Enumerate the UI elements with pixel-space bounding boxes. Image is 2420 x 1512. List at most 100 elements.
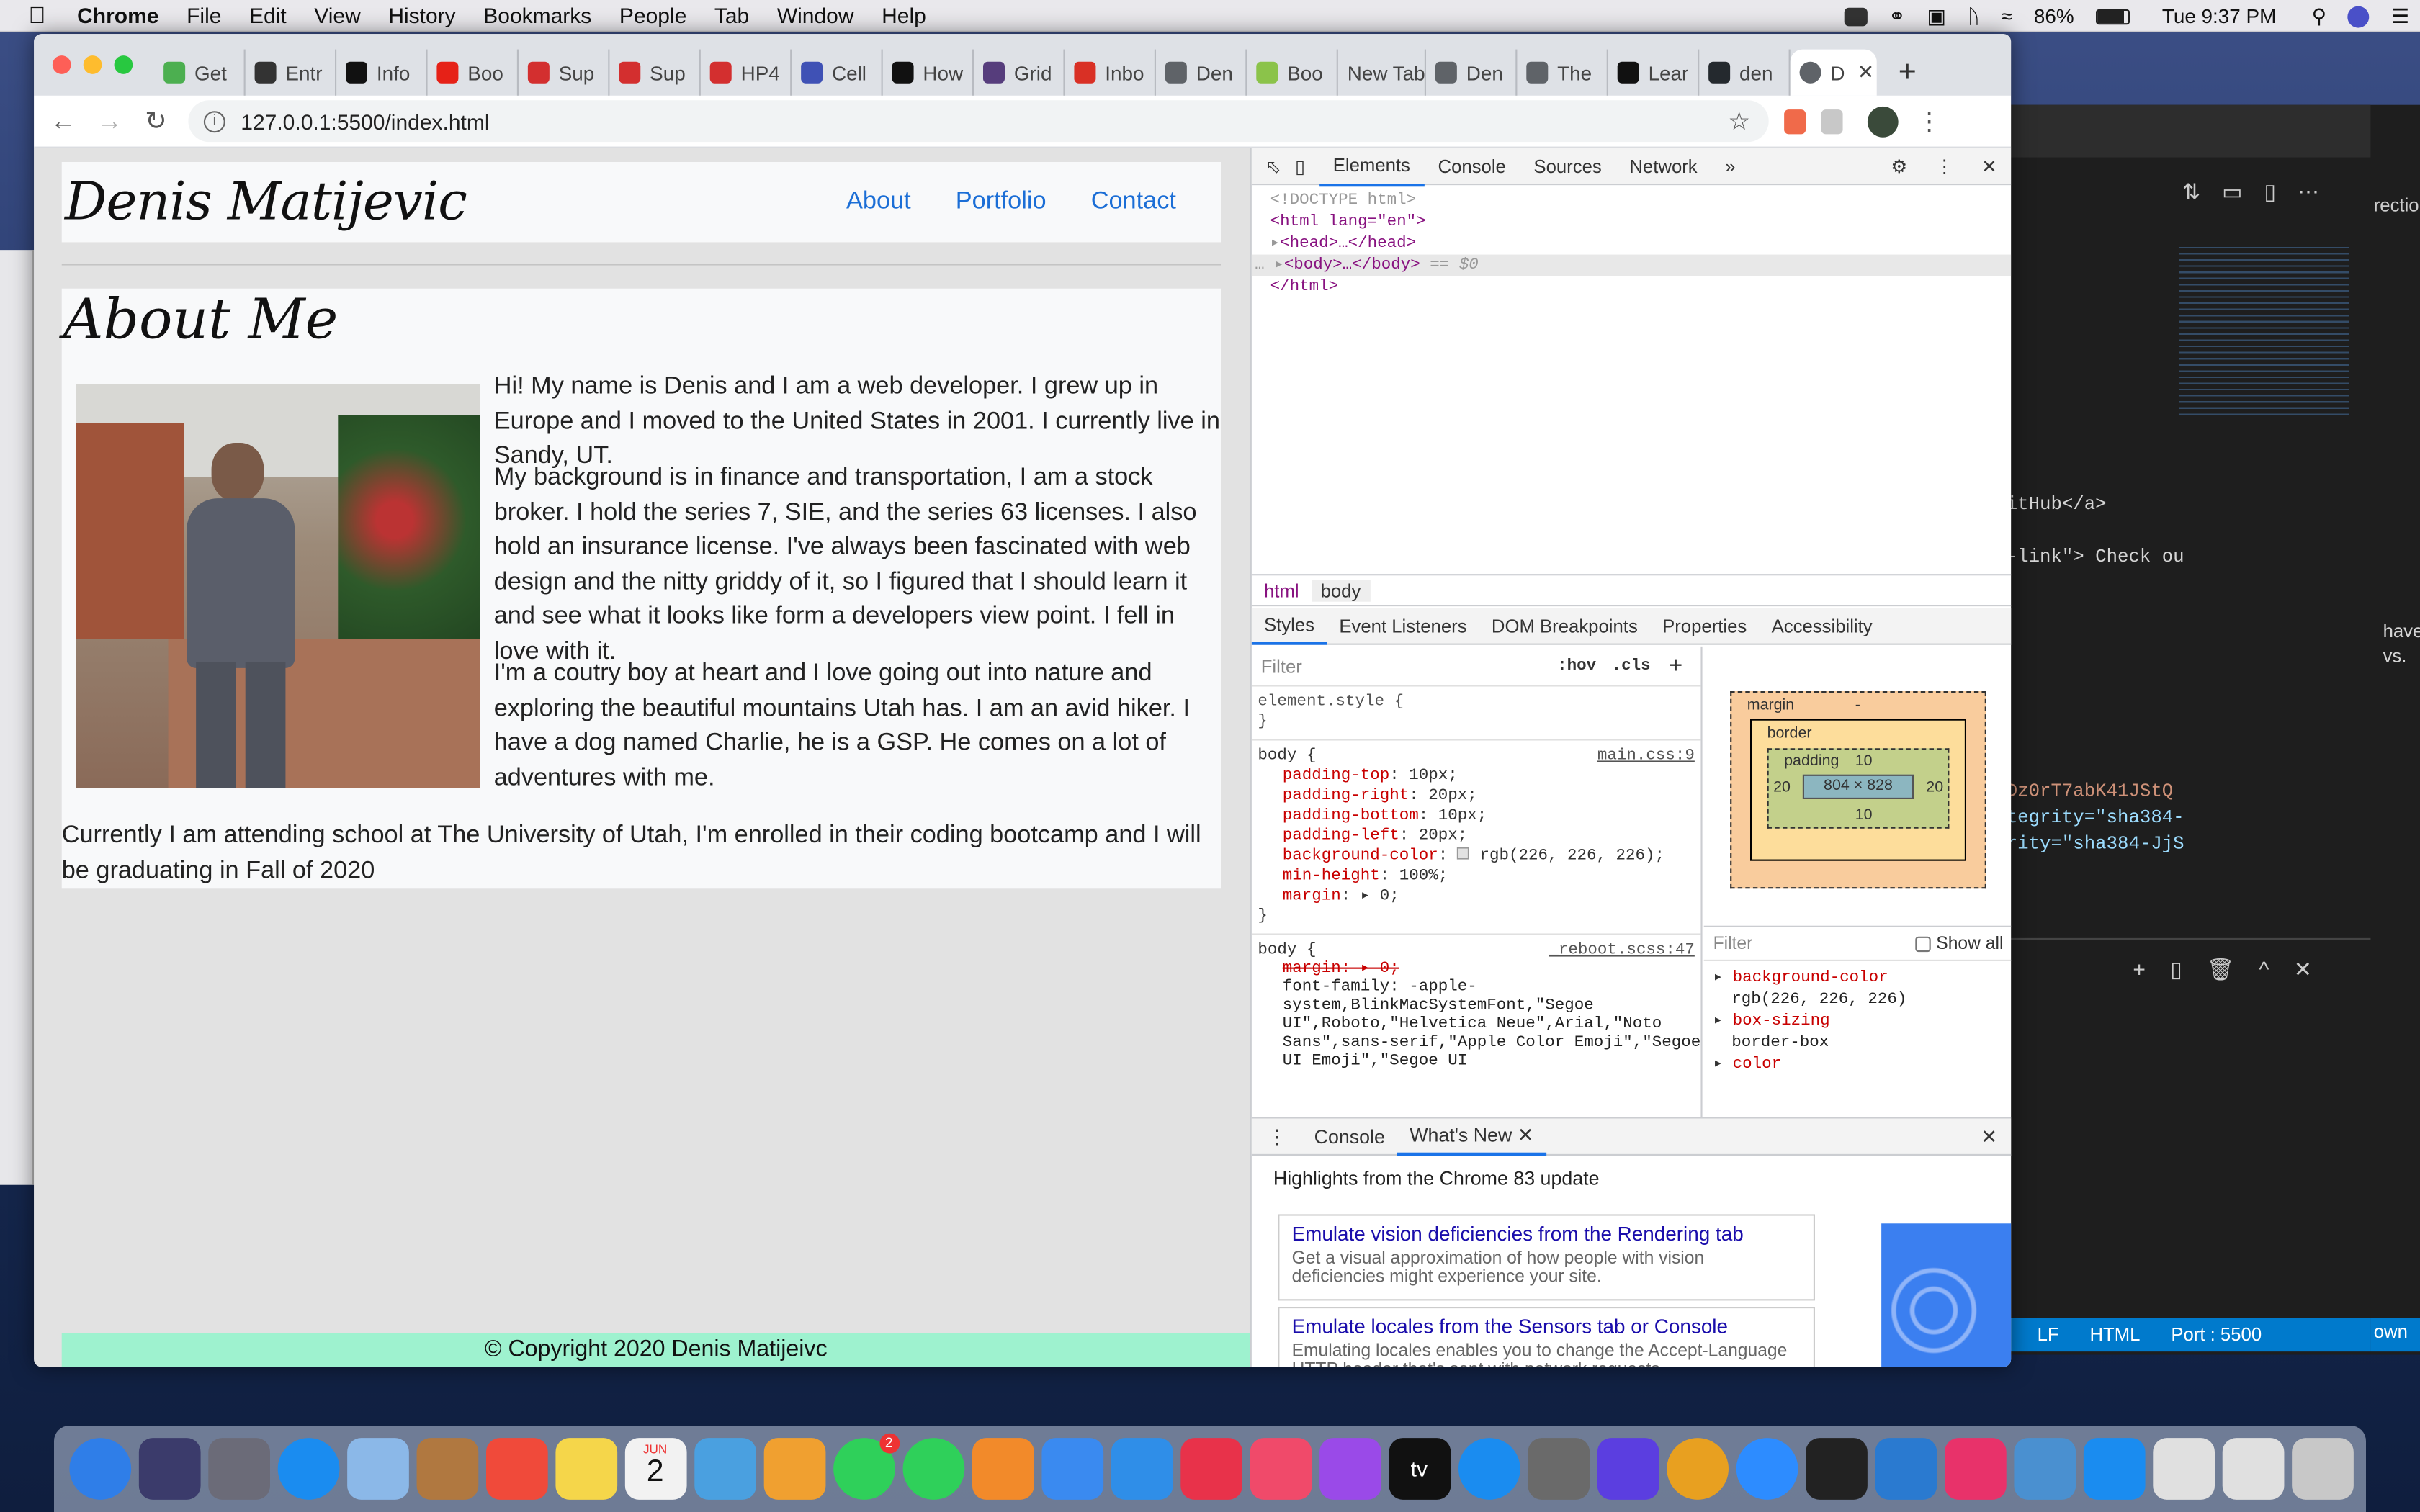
dom-html-open[interactable]: <html lang="en"> [1270, 212, 2012, 233]
styles-filter-input[interactable]: Filter [1252, 655, 1545, 677]
dock-app-icon[interactable] [1319, 1438, 1381, 1500]
nav-portfolio-link[interactable]: Portfolio [956, 188, 1047, 216]
forward-icon[interactable]: → [86, 106, 133, 137]
browser-tab[interactable]: Den [1426, 49, 1518, 96]
airplay-icon[interactable]: ▣ [1927, 4, 1946, 28]
dock-app-icon[interactable] [1596, 1438, 1659, 1500]
menu-history[interactable]: History [375, 3, 470, 27]
menu-bookmarks[interactable]: Bookmarks [470, 3, 606, 27]
more-tabs-icon[interactable]: » [1711, 148, 1749, 184]
dock-app-icon[interactable] [1805, 1438, 1867, 1500]
close-tab-icon[interactable]: ✕ [1857, 60, 1874, 85]
css-property[interactable]: padding-top: 10px; [1283, 767, 1695, 787]
cls-toggle[interactable]: .cls [1612, 657, 1651, 675]
browser-tab[interactable]: Entr [246, 49, 337, 96]
dock-app-icon[interactable] [971, 1438, 1034, 1500]
browser-tab[interactable]: New Tab [1338, 49, 1426, 96]
status-eol[interactable]: LF [2038, 1324, 2059, 1346]
css-property[interactable]: min-height: 100%; [1283, 867, 1695, 887]
dock-app-icon[interactable] [207, 1438, 269, 1500]
apple-icon[interactable]:  [0, 2, 74, 28]
info-icon[interactable]: i [203, 110, 225, 132]
browser-tab[interactable]: Get [154, 49, 246, 96]
device-toolbar-icon[interactable]: ▯ [1295, 148, 1319, 184]
sync-status-icon[interactable]: ⚭ [1888, 4, 1905, 28]
computed-filter-input[interactable]: Filter [1704, 935, 1753, 953]
dock-app-icon[interactable] [902, 1438, 964, 1500]
extension-icon-1[interactable] [1784, 109, 1806, 134]
zoom-window-button[interactable] [114, 55, 133, 74]
dock-app-icon[interactable] [2082, 1438, 2145, 1500]
hov-toggle[interactable]: :hov [1557, 657, 1596, 675]
computed-property[interactable]: ▸ box-sizing border-box [1713, 1011, 2004, 1054]
close-window-button[interactable] [52, 55, 71, 74]
dock-app-icon[interactable] [763, 1438, 825, 1500]
menu-tab[interactable]: Tab [701, 3, 763, 27]
dock-app-icon[interactable] [1874, 1438, 1937, 1500]
zoom-status-icon[interactable] [1844, 6, 1868, 26]
code-editor-window[interactable]: ⇅▭▯⋯ rectio itHub</a> -link"> Check ou D… [1991, 104, 2420, 1355]
dock-app-icon[interactable] [346, 1438, 408, 1500]
editor-toolbar-icons[interactable]: ⇅▭▯⋯ [2182, 179, 2341, 205]
close-drawer-icon[interactable]: ✕ [1981, 1125, 2011, 1148]
new-tab-button[interactable]: + [1877, 50, 1938, 96]
dock-app-icon[interactable] [1249, 1438, 1312, 1500]
dock-app-icon[interactable] [277, 1438, 339, 1500]
menu-view[interactable]: View [300, 3, 375, 27]
rule-source-reboot[interactable]: _reboot.scss:47 [1549, 941, 1695, 960]
browser-tab[interactable]: The [1517, 49, 1608, 96]
drawer-tab-console[interactable]: Console [1302, 1125, 1398, 1147]
dock-app-icon[interactable] [2221, 1438, 2284, 1500]
dock-app-icon[interactable] [485, 1438, 547, 1500]
subtab-accessibility[interactable]: Accessibility [1759, 615, 1884, 636]
browser-tab[interactable]: Boo [1247, 49, 1338, 96]
show-all-checkbox[interactable] [1914, 935, 1930, 952]
close-devtools-icon[interactable]: ✕ [1968, 148, 2011, 184]
menu-app-name[interactable]: Chrome [74, 3, 173, 27]
extension-icon-2[interactable] [1821, 109, 1843, 134]
computed-property[interactable]: ▸ color [1713, 1054, 2004, 1076]
browser-tab[interactable]: Lear [1608, 49, 1700, 96]
css-property[interactable]: margin: ▸ 0; [1283, 887, 1695, 907]
drawer-tab-whats-new[interactable]: What's New ✕ [1397, 1118, 1546, 1155]
browser-tab[interactable]: How [883, 49, 974, 96]
minimize-window-button[interactable] [83, 55, 102, 74]
status-live-server[interactable]: Port : 5500 [2171, 1324, 2262, 1346]
dock-app-icon[interactable] [1527, 1438, 1590, 1500]
css-property[interactable]: padding-bottom: 10px; [1283, 807, 1695, 827]
dock-app-icon[interactable] [2013, 1438, 2076, 1500]
dock-app-icon[interactable] [138, 1438, 200, 1500]
bookmark-star-icon[interactable]: ☆ [1728, 106, 1750, 137]
card-2-title[interactable]: Emulate locales from the Sensors tab or … [1292, 1315, 1801, 1338]
tab-sources[interactable]: Sources [1520, 148, 1615, 184]
menu-people[interactable]: People [606, 3, 701, 27]
notification-center-icon[interactable]: ☰ [2391, 4, 2409, 28]
show-all-label[interactable]: Show all [1936, 935, 2003, 953]
minimap[interactable] [2179, 246, 2349, 417]
dock-app-icon[interactable] [416, 1438, 478, 1500]
new-rule-icon[interactable]: + [1669, 652, 1682, 678]
battery-percent[interactable]: 86% [2034, 4, 2074, 27]
dock-app-icon[interactable] [1666, 1438, 1728, 1500]
rule-reboot[interactable]: body { _reboot.scss:47 margin: ▸ 0; font… [1252, 935, 1701, 1077]
dock-app-icon[interactable] [1110, 1438, 1173, 1500]
browser-tab[interactable]: HP4 [701, 49, 792, 96]
css-property[interactable]: padding-left: 20px; [1283, 827, 1695, 847]
dom-body[interactable]: … ▸<body>…</body> == $0 [1251, 254, 2012, 276]
rule-source-main[interactable]: main.css:9 [1597, 747, 1695, 767]
browser-tab[interactable]: Inbo [1065, 49, 1156, 96]
siri-icon[interactable] [2348, 5, 2370, 27]
inspect-element-icon[interactable]: ⬁ [1252, 148, 1295, 184]
whats-new-card-1[interactable]: Emulate vision deficiencies from the Ren… [1278, 1214, 1815, 1301]
dock-app-icon[interactable] [1180, 1438, 1242, 1500]
nav-contact-link[interactable]: Contact [1091, 188, 1176, 216]
dock-app-icon[interactable] [1735, 1438, 1798, 1500]
profile-avatar[interactable] [1867, 105, 1899, 137]
subtab-event-listeners[interactable]: Event Listeners [1327, 615, 1479, 636]
nav-about-link[interactable]: About [846, 188, 911, 216]
breadcrumb-body[interactable]: body [1311, 579, 1371, 601]
rule-main-css[interactable]: body { main.css:9 padding-top: 10px; padd… [1251, 741, 1701, 935]
dock-app-icon[interactable] [1943, 1438, 2006, 1500]
dock-app-icon[interactable]: tv [1388, 1438, 1451, 1500]
browser-tab[interactable]: Den [1156, 49, 1247, 96]
